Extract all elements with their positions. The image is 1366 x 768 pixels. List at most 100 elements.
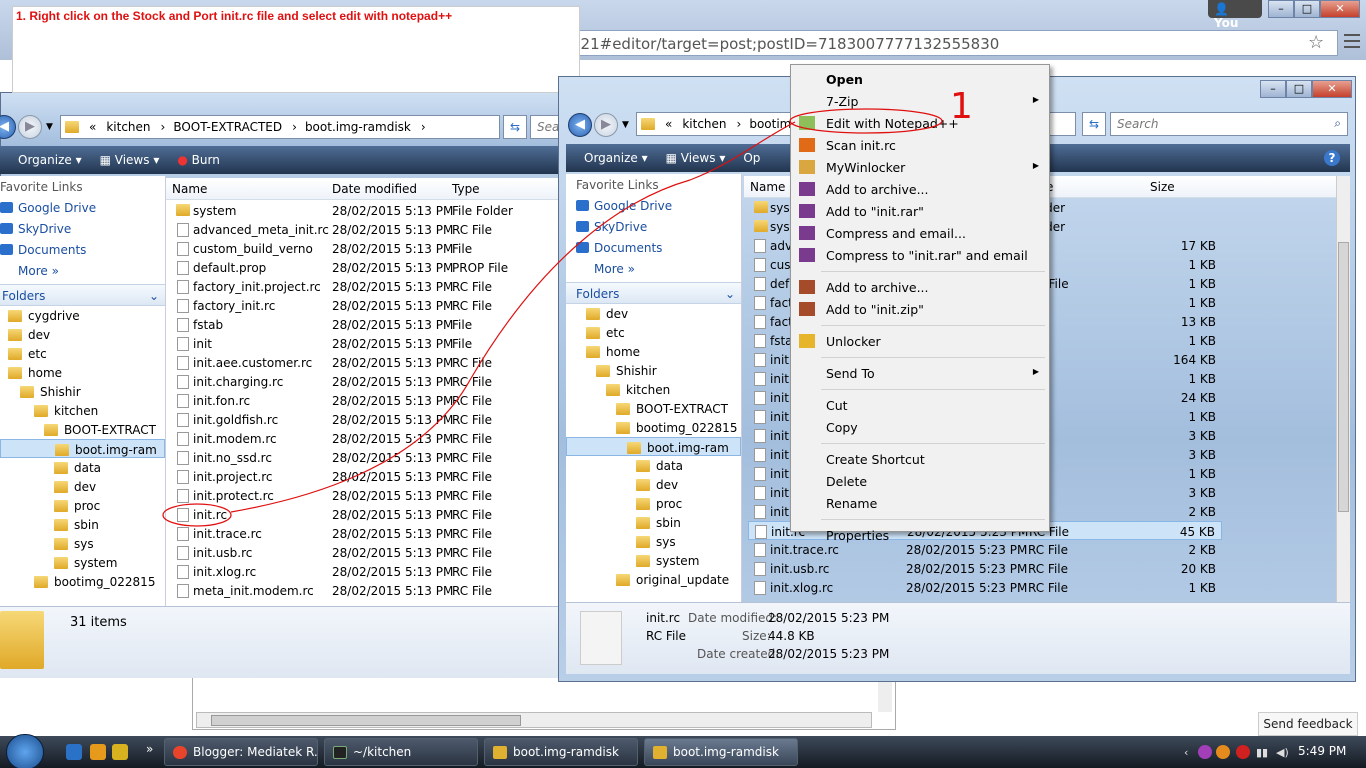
menu-item-copy[interactable]: Copy — [793, 417, 1047, 437]
col-name[interactable]: Name — [750, 180, 785, 194]
forward-button[interactable]: ▶ — [18, 115, 42, 139]
menu-item-compress-to-init-rar-and-email[interactable]: Compress to "init.rar" and email — [793, 245, 1047, 265]
file-row[interactable]: system 28/02/2015 5:13 PM File Folder — [166, 201, 560, 220]
back-button[interactable]: ◀ — [568, 113, 592, 137]
scrollbar-thumb[interactable] — [1338, 242, 1349, 512]
tree-item[interactable]: kitchen — [0, 401, 165, 420]
file-list-scrollbar[interactable] — [1336, 176, 1350, 602]
internet-explorer-icon[interactable] — [66, 744, 82, 760]
tree-item[interactable]: sys — [0, 534, 165, 553]
bookmark-star-icon[interactable]: ☆ — [1308, 32, 1324, 53]
menu-item-compress-and-email[interactable]: Compress and email... — [793, 223, 1047, 243]
close-button[interactable]: ✕ — [1312, 80, 1352, 98]
tree-item[interactable]: proc — [566, 494, 741, 513]
tray-alert-icon[interactable] — [1236, 745, 1250, 759]
file-row[interactable]: init.project.rc 28/02/2015 5:13 PM RC File — [166, 467, 560, 486]
menu-item-7-zip[interactable]: 7-Zip ▶ — [793, 91, 1047, 111]
clock[interactable]: 5:49 PM — [1298, 744, 1346, 758]
tree-item[interactable]: bootimg_022815 — [566, 418, 741, 437]
views-button[interactable]: ▦ Views ▾ — [666, 151, 726, 165]
menu-item-rename[interactable]: Rename — [793, 493, 1047, 513]
file-row[interactable]: init.xlog.rc 28/02/2015 5:23 PM RC File 1 K… — [748, 578, 1222, 597]
menu-item-create-shortcut[interactable]: Create Shortcut — [793, 449, 1047, 469]
tree-item[interactable]: proc — [0, 496, 165, 515]
left-search-input[interactable]: Sea — [530, 115, 560, 139]
back-button[interactable]: ◀ — [0, 115, 16, 139]
file-row[interactable]: init.aee.customer.rc 28/02/2015 5:13 PM RC… — [166, 353, 560, 372]
organize-button[interactable]: Organize ▾ — [18, 153, 82, 167]
task-blogger[interactable]: Blogger: Mediatek R... — [164, 738, 318, 766]
taskbar-overflow-icon[interactable]: » — [146, 742, 153, 756]
breadcrumb-ramdisk[interactable]: boot.img-ramdisk — [305, 120, 411, 134]
file-row[interactable]: init.usb.rc 28/02/2015 5:13 PM RC File — [166, 543, 560, 562]
menu-item-add-to-archive[interactable]: Add to archive... — [793, 277, 1047, 297]
firefox-icon[interactable] — [90, 744, 106, 760]
tree-item[interactable]: Shishir — [566, 361, 741, 380]
file-row[interactable]: custom_build_verno 28/02/2015 5:13 PM File — [166, 239, 560, 258]
file-row[interactable]: init.trace.rc 28/02/2015 5:13 PM RC File — [166, 524, 560, 543]
start-button[interactable] — [6, 734, 44, 768]
file-row[interactable]: init.xlog.rc 28/02/2015 5:13 PM RC File — [166, 562, 560, 581]
tray-antivirus-icon[interactable] — [1216, 745, 1230, 759]
col-name[interactable]: Name — [172, 182, 207, 196]
views-button[interactable]: ▦ Views ▾ — [100, 153, 160, 167]
tree-item[interactable]: system — [566, 551, 741, 570]
tree-item[interactable]: cygdrive — [0, 306, 165, 325]
tree-item[interactable]: dev — [0, 325, 165, 344]
tree-item[interactable]: dev — [566, 475, 741, 494]
file-row[interactable]: fstab 28/02/2015 5:13 PM File — [166, 315, 560, 334]
right-search-input[interactable]: Search ⌕ — [1110, 112, 1348, 136]
editor-horizontal-scrollbar[interactable] — [196, 712, 872, 728]
tree-item[interactable]: home — [0, 363, 165, 382]
breadcrumb-overflow[interactable]: « — [89, 120, 96, 134]
tree-item[interactable]: bootimg_022815 — [0, 572, 165, 591]
minimize-button[interactable]: – — [1268, 0, 1294, 18]
fav-google-drive[interactable]: Google Drive — [576, 196, 741, 217]
search-icon[interactable]: ⌕ — [1334, 116, 1341, 131]
scrollbar-thumb[interactable] — [211, 715, 521, 726]
menu-item-add-to-archive[interactable]: Add to archive... — [793, 179, 1047, 199]
col-date[interactable]: Date modified — [332, 182, 417, 196]
forward-button[interactable]: ▶ — [594, 113, 618, 137]
breadcrumb-boot-extracted[interactable]: BOOT-EXTRACTED — [173, 120, 282, 134]
menu-item-add-to-init-rar[interactable]: Add to "init.rar" — [793, 201, 1047, 221]
task-explorer-2[interactable]: boot.img-ramdisk — [644, 738, 798, 766]
file-row[interactable]: init.charging.rc 28/02/2015 5:13 PM RC Fil… — [166, 372, 560, 391]
fav-documents[interactable]: Documents — [576, 238, 741, 259]
file-row[interactable]: factory_init.rc 28/02/2015 5:13 PM RC File — [166, 296, 560, 315]
menu-item-open[interactable]: Open — [793, 69, 1047, 89]
send-feedback-button[interactable]: Send feedback — [1258, 712, 1358, 736]
refresh-icon[interactable]: ⇆ — [503, 115, 527, 139]
close-button[interactable]: ✕ — [1320, 0, 1360, 18]
network-icon[interactable]: ▮▮ — [1256, 746, 1268, 759]
breadcrumb-overflow[interactable]: « — [665, 117, 672, 131]
fav-more[interactable]: More » — [0, 261, 165, 282]
recent-pages-icon[interactable]: ▼ — [46, 122, 53, 132]
file-row[interactable]: factory_init.project.rc 28/02/2015 5:13 P… — [166, 277, 560, 296]
menu-item-send-to[interactable]: Send To ▶ — [793, 363, 1047, 383]
maximize-button[interactable]: □ — [1286, 80, 1312, 98]
tree-item[interactable]: original_update — [566, 570, 741, 589]
tree-item[interactable]: system — [0, 553, 165, 572]
task-explorer-1[interactable]: boot.img-ramdisk — [484, 738, 638, 766]
fav-skydrive[interactable]: SkyDrive — [0, 219, 165, 240]
file-row[interactable]: meta_init.modem.rc 28/02/2015 5:13 PM RC F… — [166, 581, 560, 600]
browser-menu-icon[interactable] — [1344, 34, 1360, 48]
recent-pages-icon[interactable]: ▼ — [622, 120, 629, 130]
tree-item[interactable]: sbin — [0, 515, 165, 534]
breadcrumb-kitchen[interactable]: kitchen — [682, 117, 726, 131]
col-type[interactable]: Type — [452, 182, 480, 196]
profile-tab[interactable]: 👤 You — [1208, 0, 1262, 30]
volume-icon[interactable]: ◀) — [1276, 746, 1289, 759]
minimize-button[interactable]: – — [1260, 80, 1286, 98]
menu-item-add-to-init-zip[interactable]: Add to "init.zip" — [793, 299, 1047, 319]
tree-item[interactable]: boot.img-ram — [566, 437, 741, 456]
task-terminal[interactable]: ~/kitchen — [324, 738, 478, 766]
file-row[interactable]: init 28/02/2015 5:13 PM File — [166, 334, 560, 353]
tray-expand-icon[interactable]: ‹ — [1184, 746, 1188, 759]
file-row[interactable]: init.goldfish.rc 28/02/2015 5:13 PM RC Fil… — [166, 410, 560, 429]
tree-item[interactable]: BOOT-EXTRACT — [0, 420, 165, 439]
menu-item-cut[interactable]: Cut — [793, 395, 1047, 415]
tree-item[interactable]: Shishir — [0, 382, 165, 401]
col-size[interactable]: Size — [1150, 180, 1175, 194]
